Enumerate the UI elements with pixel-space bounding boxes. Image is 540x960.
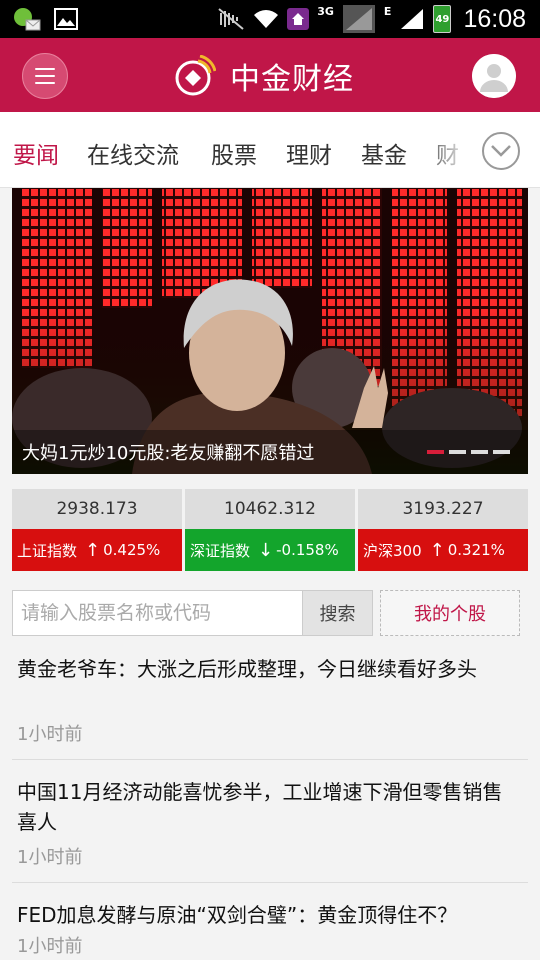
news-title[interactable]: FED加息发酵与原油“双剑合璧”：黄金顶得住不？ (17, 900, 517, 930)
menu-button[interactable] (22, 53, 68, 99)
headline-banner[interactable]: 大妈1元炒10元股:老友赚翻不愿错过 (12, 188, 528, 474)
brand: 中金财经 (174, 53, 354, 99)
signal-icon-2 (401, 9, 424, 29)
arrow-up-icon: ↑ (85, 539, 101, 561)
user-icon (472, 54, 516, 98)
index-value: 3193.227 (358, 489, 528, 529)
mute-icon (218, 8, 244, 30)
news-title[interactable]: 黄金老爷车：大涨之后形成整理，今日继续看好多头 (17, 654, 517, 684)
index-change: 0.321% (447, 541, 505, 559)
menu-icon-line (35, 75, 55, 77)
tabs-fade (420, 112, 482, 187)
home-app-notification-icon (287, 8, 310, 30)
tab-wealth[interactable]: 理财 (286, 136, 332, 170)
index-card-shanghai[interactable]: 2938.173 上证指数 ↑ 0.425% (12, 489, 182, 571)
tab-stocks[interactable]: 股票 (211, 136, 257, 170)
banner-headline: 大妈1元炒10元股:老友赚翻不愿错过 (22, 443, 315, 464)
index-name: 沪深300 (363, 541, 422, 560)
index-change-row: 上证指数 ↑ 0.425% (12, 529, 182, 571)
news-time: 1小时前 (17, 936, 83, 957)
stock-search-row: 搜索 我的个股 (12, 590, 520, 636)
search-button[interactable]: 搜索 (303, 590, 373, 636)
tab-funds[interactable]: 基金 (361, 136, 407, 170)
news-time: 1小时前 (17, 724, 83, 745)
app-header: 中金财经 (0, 38, 540, 112)
clock: 16:08 (463, 4, 526, 33)
tab-online-discussion[interactable]: 在线交流 (87, 136, 179, 170)
index-card-csi300[interactable]: 3193.227 沪深300 ↑ 0.321% (358, 489, 528, 571)
index-change-row: 深证指数 ↓ -0.158% (185, 529, 355, 571)
index-change-row: 沪深300 ↑ 0.321% (358, 529, 528, 571)
news-title[interactable]: 中国11月经济动能喜忧参半，工业增速下滑但零售销售喜人 (17, 777, 517, 837)
index-value: 10462.312 (185, 489, 355, 529)
index-change: -0.158% (276, 541, 339, 559)
menu-icon-line (35, 82, 55, 84)
category-tabs: 要闻 在线交流 股票 理财 基金 财 (0, 112, 540, 188)
gallery-notification-icon (54, 8, 78, 30)
banner-caption: 大妈1元炒10元股:老友赚翻不愿错过 (12, 430, 528, 474)
carousel-dot[interactable] (471, 450, 488, 454)
battery-level: 49 (435, 13, 450, 25)
battery-icon: 49 (433, 5, 452, 33)
user-avatar[interactable] (472, 54, 516, 98)
market-indices: 2938.173 上证指数 ↑ 0.425% 10462.312 深证指数 ↓ … (12, 489, 528, 571)
index-value: 2938.173 (12, 489, 182, 529)
carousel-dot[interactable] (493, 450, 510, 454)
menu-icon-line (35, 68, 55, 70)
stock-search-input[interactable] (12, 590, 303, 636)
messenger-notification-icon (14, 8, 41, 31)
status-bar: 3G E 49 16:08 (0, 0, 540, 38)
index-card-shenzhen[interactable]: 10462.312 深证指数 ↓ -0.158% (185, 489, 355, 571)
index-name: 上证指数 (17, 541, 78, 560)
index-name: 深证指数 (190, 541, 251, 560)
signal-icon-1 (342, 5, 375, 33)
news-time: 1小时前 (17, 847, 83, 868)
wifi-icon (254, 10, 279, 28)
brand-logo-icon (175, 55, 216, 96)
arrow-down-icon: ↓ (258, 539, 274, 561)
tab-headlines[interactable]: 要闻 (13, 136, 59, 170)
carousel-dot[interactable] (449, 450, 466, 454)
app-title: 中金财经 (230, 62, 354, 97)
carousel-dot[interactable] (427, 450, 444, 454)
divider (12, 759, 528, 760)
network-type-label: 3G (317, 4, 334, 18)
arrow-up-icon: ↑ (429, 539, 445, 561)
network-type-label-2: E (383, 4, 392, 18)
my-stocks-button[interactable]: 我的个股 (380, 590, 520, 636)
divider (12, 882, 528, 883)
index-change: 0.425% (103, 541, 161, 559)
expand-tabs-button[interactable] (482, 132, 520, 170)
chevron-down-icon (491, 145, 511, 157)
carousel-indicator (427, 450, 510, 454)
